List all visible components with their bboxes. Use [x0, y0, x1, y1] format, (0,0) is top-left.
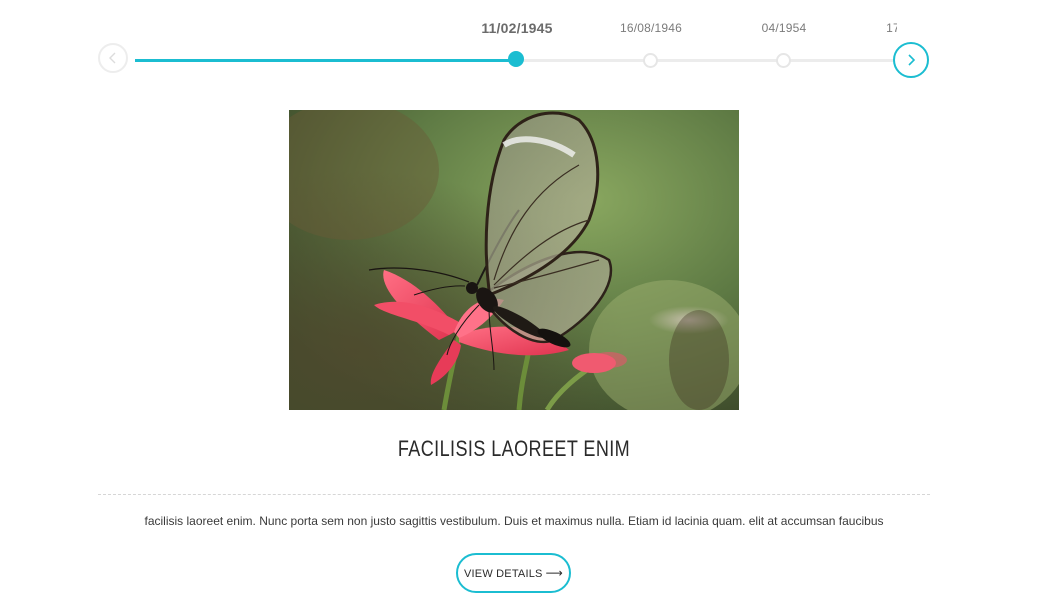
timeline-event-1945[interactable]: 11/02/1945: [457, 0, 577, 80]
event-date: 11/02/1945: [481, 20, 553, 36]
event-date: 04/1954: [761, 21, 807, 35]
event-description: facilisis laoreet enim. Nunc porta sem n…: [144, 514, 884, 528]
event-date: 17: [886, 21, 897, 35]
event-dot[interactable]: [776, 53, 791, 68]
timeline-next-button[interactable]: [893, 42, 929, 78]
horizontal-timeline: 11/02/1945 16/08/1946 04/1954 17: [0, 0, 1050, 90]
event-image: [289, 110, 739, 410]
timeline-event-1946[interactable]: 16/08/1946: [591, 0, 711, 80]
event-dot[interactable]: [643, 53, 658, 68]
view-details-button[interactable]: VIEW DETAILS ⟶: [456, 553, 571, 593]
view-details-label: VIEW DETAILS: [463, 568, 543, 580]
timeline-page: 11/02/1945 16/08/1946 04/1954 17 FACILIS…: [0, 0, 1050, 605]
arrow-right-icon: ⟶: [545, 566, 563, 580]
chevron-left-icon: [109, 52, 116, 64]
event-dot-selected[interactable]: [508, 51, 524, 67]
timeline-event-next[interactable]: 17: [833, 0, 897, 80]
timeline-prev-button[interactable]: [98, 43, 128, 73]
dashed-divider: [98, 494, 930, 495]
chevron-right-icon: [908, 54, 916, 66]
event-date: 16/08/1946: [619, 21, 683, 35]
event-title: FACILISIS LAOREET ENIM: [397, 436, 631, 461]
timeline-events: 11/02/1945 16/08/1946 04/1954 17: [135, 0, 897, 90]
butterfly-photo: [289, 110, 739, 410]
timeline-event-1954[interactable]: 04/1954: [724, 0, 844, 80]
